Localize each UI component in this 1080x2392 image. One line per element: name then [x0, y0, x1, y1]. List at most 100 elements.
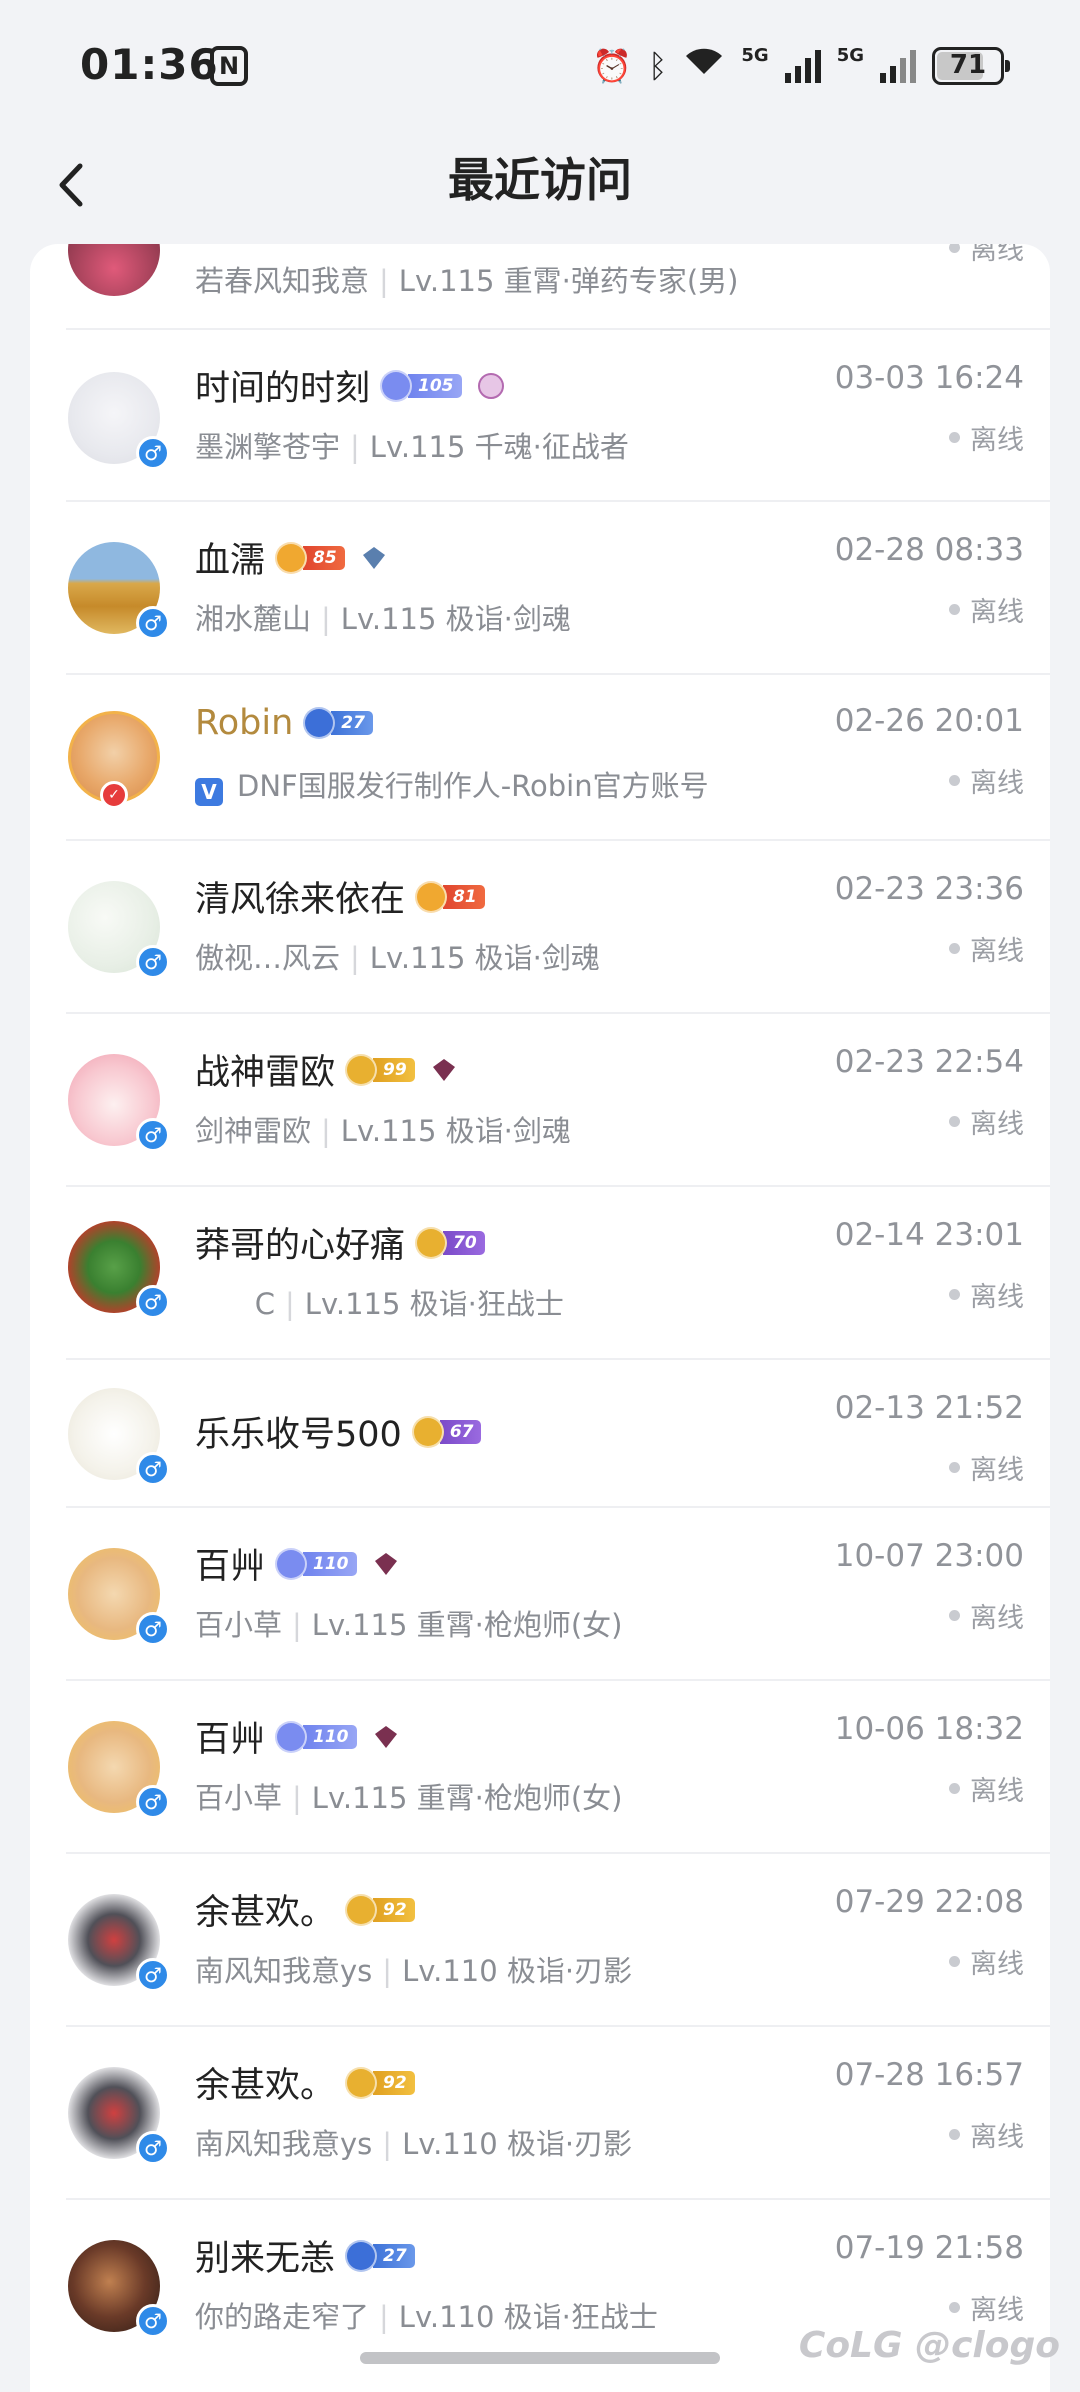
visitor-subtitle: 南风知我意ys | Lv.110 极诣·刃影	[195, 1954, 633, 1988]
signal-icon-2	[880, 49, 916, 83]
visit-time: 02-26 20:01	[834, 703, 1024, 739]
online-status: 离线	[949, 1448, 1024, 1487]
avatar[interactable]: ♂	[68, 1548, 170, 1646]
avatar[interactable]: ✓	[68, 711, 160, 809]
level-badge: 81	[415, 880, 485, 913]
rank-icon	[432, 1058, 455, 1081]
avatar[interactable]: ♂	[68, 2067, 170, 2165]
level-badge: 110	[275, 1720, 357, 1753]
visitor-row[interactable]: ♂ 清风徐来依在 81 傲视…风云 | Lv.115 极诣·剑魂 02-23 23:…	[30, 841, 1050, 1014]
online-status: 离线	[949, 761, 1024, 800]
online-status: 离线	[949, 2288, 1024, 2327]
visitor-name[interactable]: 别来无恙 27	[195, 2230, 415, 2281]
level-badge: 70	[415, 1226, 485, 1259]
visit-time: 02-23 23:36	[834, 871, 1024, 907]
official-v-badge: V	[195, 778, 223, 806]
visitor-list: 若春风知我意 | Lv.115 重霄·弹药专家(男) 离线 ♂ 时间的时刻 105 …	[30, 244, 1050, 2392]
male-icon: ♂	[136, 1958, 170, 1992]
online-status: 离线	[949, 590, 1024, 629]
visitor-row[interactable]: ♂ 余甚欢。 92 南风知我意ys | Lv.110 极诣·刃影 07-29 22:…	[30, 1854, 1050, 2027]
visitor-subtitle: 湘水麓山 | Lv.115 极诣·剑魂	[195, 602, 571, 636]
visitor-row[interactable]: ♂ 血濡 85 湘水麓山 | Lv.115 极诣·剑魂 02-28 08:33 离线	[30, 502, 1050, 675]
visitor-row[interactable]: 若春风知我意 | Lv.115 重霄·弹药专家(男) 离线	[30, 244, 1050, 330]
visitor-subtitle: 剑神雷欧 | Lv.115 极诣·剑魂	[195, 1114, 571, 1148]
visitor-row[interactable]: ♂ 时间的时刻 105 墨渊擎苍宇 | Lv.115 千魂·征战者 03-03 16…	[30, 330, 1050, 502]
level-badge: 85	[275, 541, 345, 574]
online-status: 离线	[949, 1275, 1024, 1314]
level-badge: 92	[345, 2066, 415, 2099]
male-icon: ♂	[136, 436, 170, 470]
level-badge: 105	[380, 369, 462, 402]
avatar[interactable]: ♂	[68, 881, 170, 979]
visitor-subtitle: 若春风知我意 | Lv.115 重霄·弹药专家(男)	[195, 264, 739, 298]
online-status: 离线	[949, 1102, 1024, 1141]
visit-time: 10-07 23:00	[834, 1538, 1024, 1574]
watermark: CoLG @clogo	[798, 2325, 1060, 2366]
visit-time: 02-13 21:52	[834, 1390, 1024, 1426]
male-icon: ♂	[136, 2304, 170, 2338]
online-status: 离线	[949, 2115, 1024, 2154]
visitor-name[interactable]: 余甚欢。 92	[195, 1884, 415, 1935]
visit-time: 02-14 23:01	[834, 1217, 1024, 1253]
visitor-name[interactable]: 清风徐来依在 81	[195, 871, 485, 922]
home-indicator[interactable]	[360, 2352, 720, 2364]
male-icon: ♂	[136, 945, 170, 979]
visitor-name[interactable]: Robin 27	[195, 703, 373, 743]
avatar[interactable]: ♂	[68, 1721, 170, 1819]
online-status: 离线	[949, 1596, 1024, 1635]
online-status: 离线	[949, 1769, 1024, 1808]
visitor-row[interactable]: ♂ 百艸 110 百小草 | Lv.115 重霄·枪炮师(女) 10-07 23:0…	[30, 1508, 1050, 1681]
visit-time: 10-06 18:32	[834, 1711, 1024, 1747]
visitor-row[interactable]: ♂ 余甚欢。 92 南风知我意ys | Lv.110 极诣·刃影 07-28 16:…	[30, 2027, 1050, 2200]
avatar[interactable]: ♂	[68, 1221, 170, 1319]
visitor-name[interactable]: 血濡 85	[195, 532, 393, 583]
visitor-name[interactable]: 莽哥的心好痛 70	[195, 1217, 485, 1268]
online-status: 离线	[949, 244, 1024, 267]
avatar[interactable]: ♂	[68, 372, 170, 470]
visitor-row[interactable]: ♂ 战神雷欧 99 剑神雷欧 | Lv.115 极诣·剑魂 02-23 22:54 …	[30, 1014, 1050, 1187]
visitor-row[interactable]: ♂ 乐乐收号500 67 02-13 21:52 离线	[30, 1360, 1050, 1508]
alarm-icon: ⏰	[592, 46, 633, 85]
level-badge: 27	[345, 2239, 415, 2272]
male-icon: ♂	[136, 606, 170, 640]
rank-icon	[477, 372, 504, 399]
network-type-2: 5G	[836, 45, 864, 66]
level-badge: 99	[345, 1053, 415, 1086]
visit-time: 02-23 22:54	[834, 1044, 1024, 1080]
level-badge: 67	[411, 1415, 482, 1448]
rank-icon	[362, 546, 385, 569]
visitor-row[interactable]: ✓ Robin 27 V DNF国服发行制作人-Robin官方账号 02-26 2…	[30, 675, 1050, 841]
visit-time: 07-28 16:57	[834, 2057, 1024, 2093]
bluetooth-icon: ᛒ	[648, 46, 668, 85]
visitor-name[interactable]: 百艸 110	[195, 1538, 405, 1589]
visitor-name[interactable]: 乐乐收号500 67	[195, 1406, 482, 1457]
network-type-1: 5G	[741, 45, 769, 66]
visitor-row[interactable]: ♂ 百艸 110 百小草 | Lv.115 重霄·枪炮师(女) 10-06 18:3…	[30, 1681, 1050, 1854]
wifi-icon	[683, 44, 725, 87]
avatar[interactable]: ♂	[68, 1054, 170, 1152]
visitor-subtitle: 百小草 | Lv.115 重霄·枪炮师(女)	[195, 1608, 623, 1642]
visitor-row[interactable]: ♂ 莽哥的心好痛 70 C | Lv.115 极诣·狂战士 02-14 23:01 …	[30, 1187, 1050, 1360]
nfc-icon: N	[210, 46, 248, 86]
visitor-name[interactable]: 余甚欢。 92	[195, 2057, 415, 2108]
male-icon: ♂	[136, 1612, 170, 1646]
level-badge: 92	[345, 1893, 415, 1926]
visitor-name[interactable]: 时间的时刻 105	[195, 360, 510, 411]
avatar[interactable]: ♂	[68, 1388, 170, 1486]
visitor-name[interactable]: 百艸 110	[195, 1711, 405, 1762]
avatar[interactable]: ♂	[68, 1894, 170, 1992]
online-status: 离线	[949, 418, 1024, 457]
avatar[interactable]: ♂	[68, 2240, 170, 2338]
avatar[interactable]: ♂	[68, 542, 170, 640]
level-badge: 110	[275, 1547, 357, 1580]
page-title: 最近访问	[448, 153, 632, 207]
signal-icon-1	[784, 49, 821, 83]
visit-time: 03-03 16:24	[834, 360, 1024, 396]
visit-time: 07-29 22:08	[834, 1884, 1024, 1920]
visitor-name[interactable]: 战神雷欧 99	[195, 1044, 463, 1095]
male-icon: ♂	[136, 1285, 170, 1319]
online-status: 离线	[949, 929, 1024, 968]
battery-icon: 71	[932, 46, 1010, 85]
avatar[interactable]	[68, 244, 160, 296]
visit-time: 07-19 21:58	[834, 2230, 1024, 2266]
